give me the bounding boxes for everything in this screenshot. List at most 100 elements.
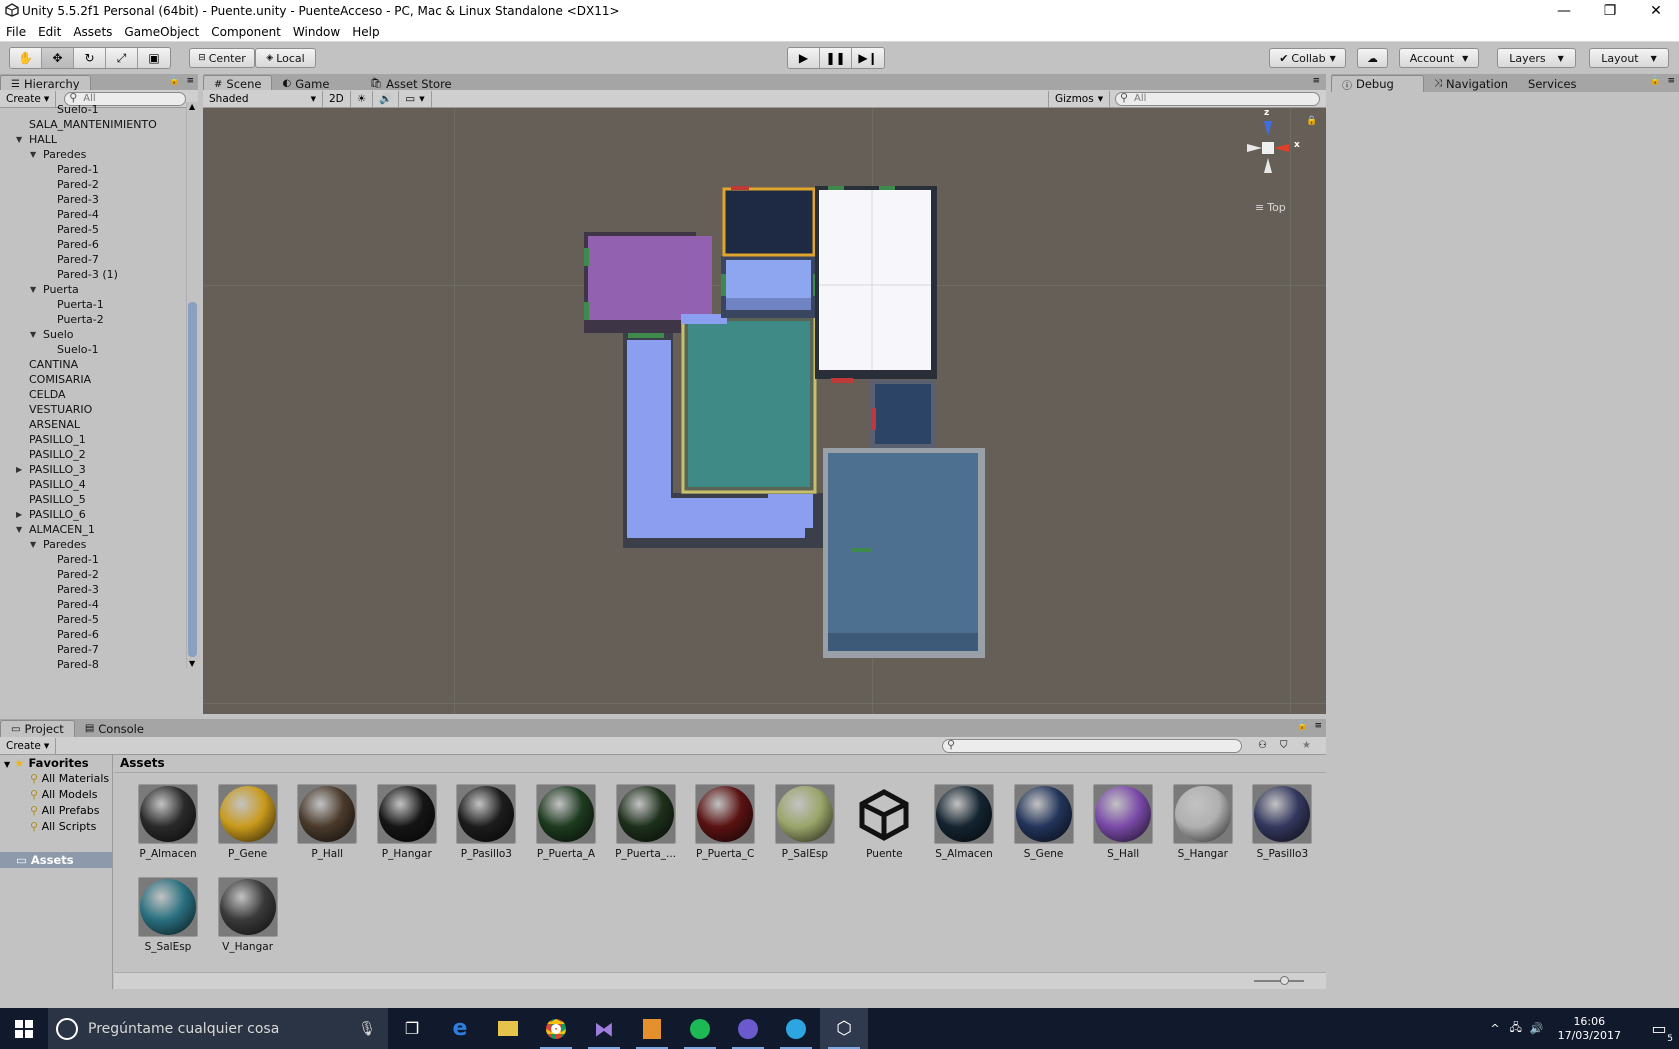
hierarchy-item[interactable]: Pared-3 (1)	[0, 267, 185, 282]
favorite-all-models[interactable]: ⚲ All Models	[30, 787, 112, 803]
asset-item[interactable]: P_Almacen	[131, 784, 205, 860]
hierarchy-item[interactable]: CELDA	[0, 387, 185, 402]
asset-item[interactable]: P_Puerta_C	[688, 784, 762, 860]
shading-mode-dropdown[interactable]: Shaded ▼	[203, 90, 323, 107]
hierarchy-item[interactable]: Pared-4	[0, 597, 185, 612]
gizmos-dropdown[interactable]: Gizmos ▼	[1048, 90, 1111, 107]
microphone-icon[interactable]: 🎙	[358, 1021, 376, 1037]
hierarchy-item[interactable]: ▼ HALL	[0, 132, 185, 147]
hierarchy-item[interactable]: COMISARIA	[0, 372, 185, 387]
lighting-toggle[interactable]: ☀	[351, 90, 374, 107]
hierarchy-item[interactable]: ▶ PASILLO_3	[0, 462, 185, 477]
asset-item[interactable]: S_SalEsp	[131, 877, 205, 953]
disclosure-open-icon[interactable]: ▼	[30, 147, 36, 162]
restore-button[interactable]: ❐	[1587, 0, 1633, 22]
favorites-header[interactable]: ▼ ★ Favorites	[0, 755, 112, 771]
hierarchy-item[interactable]: ARSENAL	[0, 417, 185, 432]
panel-menu-icon[interactable]: ≡	[186, 76, 194, 86]
menu-file[interactable]: File	[0, 25, 32, 39]
asset-item[interactable]: Puente	[847, 784, 921, 860]
menu-window[interactable]: Window	[287, 25, 346, 39]
rect-tool-icon[interactable]: ▣	[138, 48, 170, 68]
disclosure-open-icon[interactable]: ▼	[16, 132, 22, 147]
hierarchy-item[interactable]: Puerta-1	[0, 297, 185, 312]
2d-toggle[interactable]: 2D	[323, 90, 351, 107]
hierarchy-item[interactable]: Pared-5	[0, 222, 185, 237]
spotify-taskbar-button[interactable]	[676, 1008, 724, 1049]
hierarchy-item[interactable]: Pared-7	[0, 252, 185, 267]
scene-view[interactable]: z x 🔒 ≡ Top	[203, 108, 1326, 714]
hierarchy-item[interactable]: Suelo-1	[0, 102, 185, 117]
asset-item[interactable]: P_Pasillo3	[449, 784, 523, 860]
edge-taskbar-button[interactable]: e	[436, 1008, 484, 1049]
clock[interactable]: 16:06 17/03/2017	[1558, 1015, 1621, 1043]
disclosure-open-icon[interactable]: ▼	[30, 327, 36, 342]
hierarchy-item[interactable]: Pared-3	[0, 582, 185, 597]
hierarchy-item[interactable]: Pared-4	[0, 207, 185, 222]
menu-assets[interactable]: Assets	[67, 25, 118, 39]
asset-item[interactable]: P_SalEsp	[768, 784, 842, 860]
telegram-taskbar-button[interactable]	[772, 1008, 820, 1049]
menu-edit[interactable]: Edit	[32, 25, 67, 39]
asset-item[interactable]: S_Almacen	[927, 784, 1001, 860]
icon-size-slider[interactable]	[1254, 980, 1304, 982]
asset-item[interactable]: P_Hangar	[370, 784, 444, 860]
hierarchy-item[interactable]: Pared-3	[0, 192, 185, 207]
asset-item[interactable]: V_Hangar	[211, 877, 285, 953]
favorite-all-scripts[interactable]: ⚲ All Scripts	[30, 819, 112, 835]
disclosure-open-icon[interactable]: ▼	[30, 282, 36, 297]
asset-item[interactable]: S_Hall	[1086, 784, 1160, 860]
asset-item[interactable]: P_Gene	[211, 784, 285, 860]
asset-item[interactable]: S_Gene	[1007, 784, 1081, 860]
hierarchy-item[interactable]: Pared-2	[0, 177, 185, 192]
minimize-button[interactable]: —	[1541, 0, 1587, 22]
tab-project[interactable]: ▭ Project	[0, 720, 75, 737]
project-create-button[interactable]: Create ▼	[0, 737, 57, 754]
scroll-thumb[interactable]	[188, 302, 197, 657]
scroll-down-icon[interactable]: ▼	[189, 659, 195, 668]
panel-menu-icon[interactable]: ≡	[1667, 76, 1675, 86]
panel-menu-icon[interactable]: ≡	[1312, 76, 1320, 86]
hierarchy-item[interactable]: ▼ Puerta	[0, 282, 185, 297]
tab-navigation[interactable]: ⤨ Navigation	[1424, 75, 1518, 92]
hierarchy-item[interactable]: ▼ ALMACEN_1	[0, 522, 185, 537]
hierarchy-item[interactable]: Pared-2	[0, 567, 185, 582]
asset-item[interactable]: P_Puerta_A	[529, 784, 603, 860]
layout-dropdown[interactable]: Layout ▼	[1589, 48, 1669, 68]
favorite-star-icon[interactable]: ★	[1302, 740, 1311, 751]
unity-taskbar-button[interactable]: ⬡	[820, 1008, 868, 1049]
hierarchy-item[interactable]: Pared-5	[0, 612, 185, 627]
asset-item[interactable]: P_Puerta_...	[609, 784, 683, 860]
action-center-button[interactable]: ▭ 5	[1639, 1019, 1679, 1044]
scene-orientation-gizmo[interactable]: z x	[1233, 108, 1303, 186]
lock-icon[interactable]: 🔒	[1297, 721, 1308, 731]
favorite-all-materials[interactable]: ⚲ All Materials	[30, 771, 112, 787]
tab-services[interactable]: Services	[1518, 75, 1587, 92]
pause-icon[interactable]: ❚❚	[820, 48, 852, 68]
hierarchy-item[interactable]: Pared-6	[0, 237, 185, 252]
asset-item[interactable]: P_Hall	[290, 784, 364, 860]
hierarchy-item[interactable]: PASILLO_2	[0, 447, 185, 462]
hierarchy-item[interactable]: PASILLO_5	[0, 492, 185, 507]
scroll-up-icon[interactable]: ▲	[189, 102, 195, 111]
scale-tool-icon[interactable]: ⤢	[106, 48, 138, 68]
hierarchy-item[interactable]: ▼ Suelo	[0, 327, 185, 342]
hierarchy-item[interactable]: VESTUARIO	[0, 402, 185, 417]
pivot-local-button[interactable]: ◈ Local	[255, 48, 316, 68]
lock-icon[interactable]: 🔒	[1650, 76, 1661, 86]
menu-component[interactable]: Component	[205, 25, 287, 39]
hierarchy-item[interactable]: Pared-1	[0, 162, 185, 177]
cloud-button[interactable]: ☁	[1357, 48, 1388, 68]
project-search-input[interactable]	[942, 738, 1242, 753]
audio-toggle[interactable]: 🔊	[373, 90, 400, 107]
breadcrumb-assets[interactable]: Assets	[120, 756, 165, 770]
menu-help[interactable]: Help	[346, 25, 385, 39]
pivot-center-button[interactable]: ⊟ Center	[189, 48, 255, 68]
slider-handle[interactable]	[1280, 976, 1289, 985]
hierarchy-item[interactable]: Pared-1	[0, 552, 185, 567]
tab-debug[interactable]: ⓘ Debug	[1331, 75, 1424, 92]
volume-icon[interactable]: 🔊	[1530, 1022, 1544, 1035]
network-icon[interactable]: 🖧	[1510, 1019, 1522, 1038]
hierarchy-item[interactable]: ▼ Paredes	[0, 537, 185, 552]
asset-item[interactable]: S_Pasillo3	[1245, 784, 1319, 860]
